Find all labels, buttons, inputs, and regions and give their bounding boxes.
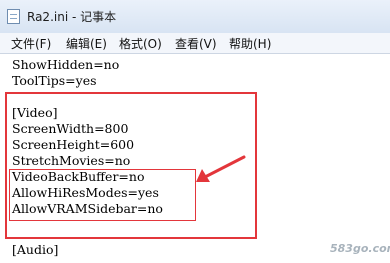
settings-highlight bbox=[9, 169, 196, 221]
title-bar: Ra2.ini - 记事本 bbox=[0, 0, 390, 33]
menu-help[interactable]: 帮助(H) bbox=[229, 35, 271, 52]
menu-format[interactable]: 格式(O) bbox=[119, 35, 162, 52]
menu-view[interactable]: 查看(V) bbox=[175, 35, 217, 52]
line-audio-section: [Audio] bbox=[12, 242, 59, 257]
line-tooltips: ToolTips=yes bbox=[12, 73, 97, 88]
notepad-icon bbox=[7, 9, 20, 24]
window-title: Ra2.ini - 记事本 bbox=[27, 10, 117, 24]
menu-edit[interactable]: 编辑(E) bbox=[66, 35, 107, 52]
menu-bar: 文件(F) 编辑(E) 格式(O) 查看(V) 帮助(H) bbox=[0, 33, 390, 54]
line-show-hidden: ShowHidden=no bbox=[12, 57, 120, 72]
menu-file[interactable]: 文件(F) bbox=[11, 35, 51, 52]
watermark: 583go.com bbox=[330, 242, 390, 255]
